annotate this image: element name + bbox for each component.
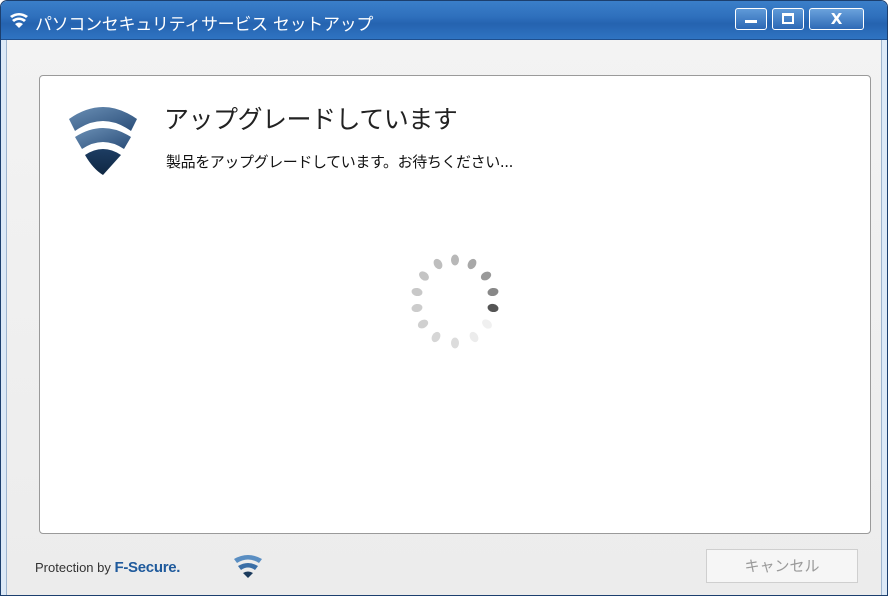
maximize-icon [782,13,794,24]
minimize-button[interactable] [735,8,767,30]
close-button[interactable]: X [809,8,864,30]
loading-spinner-icon [411,254,499,349]
f-secure-branding: Protection by F-Secure. [35,555,262,578]
page-heading: アップグレードしています [164,105,458,134]
shield-logo-icon [69,107,137,175]
title-bar[interactable]: パソコンセキュリティサービス セットアップ X [1,1,887,40]
window-title: パソコンセキュリティサービス セットアップ [35,15,374,35]
f-secure-title-icon [10,13,28,28]
close-icon: X [830,10,843,28]
maximize-button[interactable] [772,8,804,30]
cancel-button[interactable]: キャンセル [706,549,858,583]
branding-name: F-Secure. [114,559,181,576]
branding-prefix: Protection by [35,560,115,575]
f-secure-logo-icon [234,555,262,578]
status-message: 製品をアップグレードしています。お待ちください... [166,153,513,171]
setup-window: パソコンセキュリティサービス セットアップ X アップグレードしています 製品を… [0,0,888,596]
minimize-icon [745,20,757,23]
